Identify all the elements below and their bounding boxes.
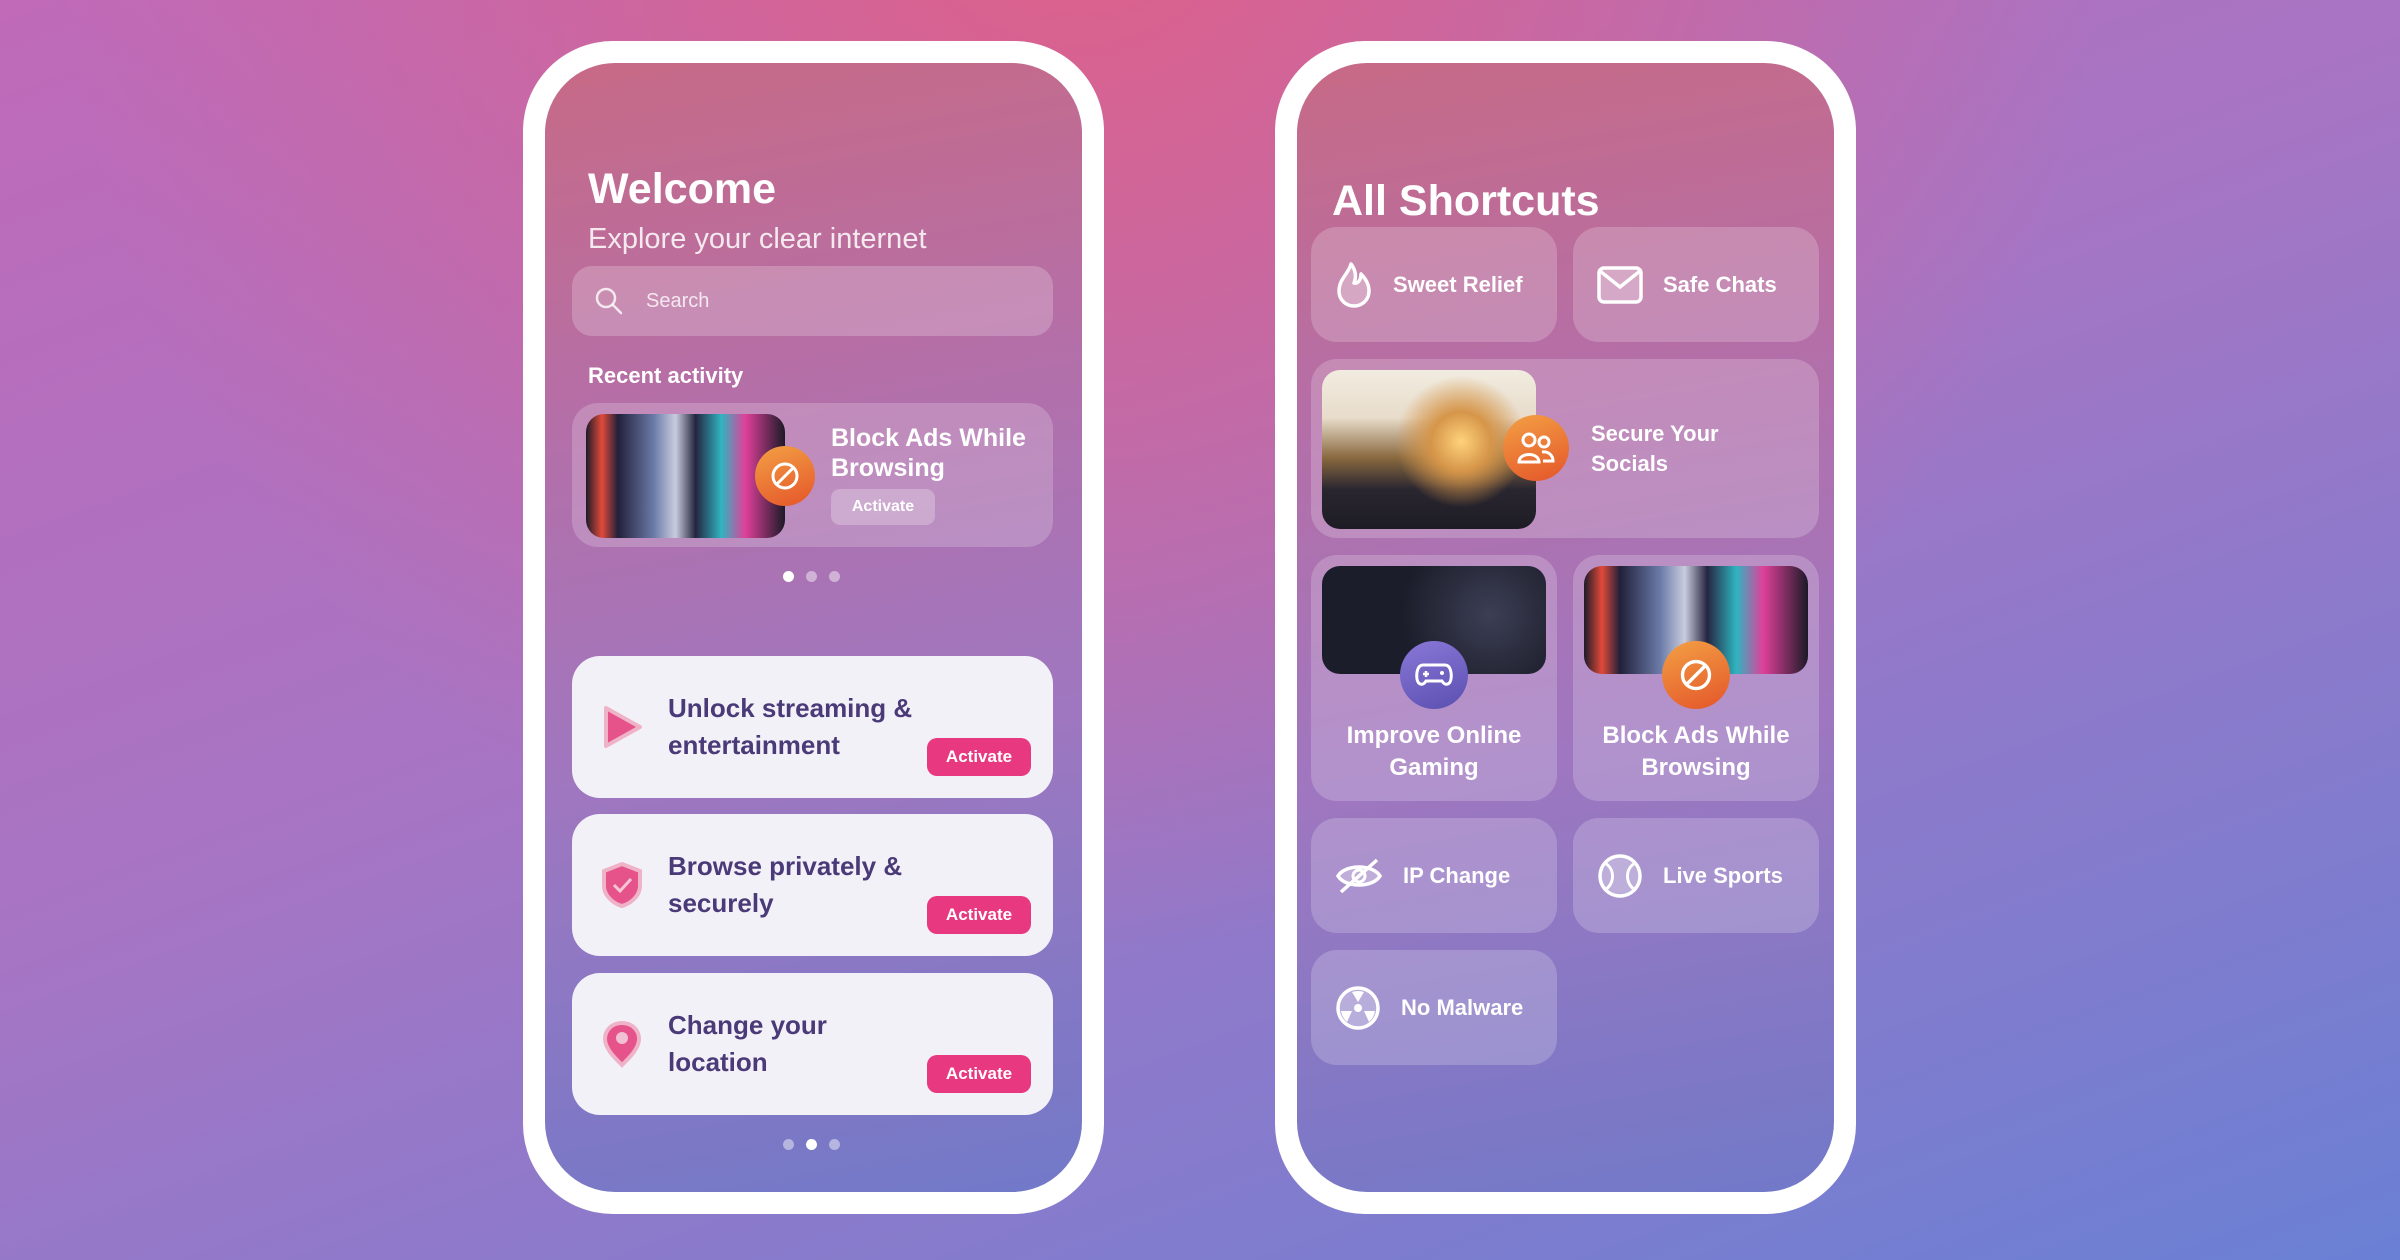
pager-dot[interactable] [829,1139,840,1150]
page-title: Welcome [588,165,776,213]
shortcuts-screen: All Shortcuts Sweet Relief Safe Chats Se… [1297,63,1834,1192]
shortcut-no-malware[interactable]: No Malware [1311,950,1557,1065]
gamepad-icon [1400,641,1468,709]
recent-activity-title: Block Ads While Browsing [831,424,1026,482]
feature-card-streaming[interactable]: Unlock streaming & entertainment Activat… [572,656,1053,798]
shortcut-label: Safe Chats [1663,271,1777,297]
feature-label: Unlock streaming & entertainment [668,693,913,760]
recent-pager[interactable] [783,571,840,582]
shortcuts-title: All Shortcuts [1332,177,1600,225]
shortcut-block-ads[interactable]: Block Ads While Browsing [1573,555,1819,801]
search-input[interactable]: Search [572,266,1053,336]
feature-card-privacy[interactable]: Browse privately & securely Activate [572,814,1053,956]
search-icon [595,287,623,315]
shortcut-label: No Malware [1401,994,1524,1020]
shortcuts-phone: All Shortcuts Sweet Relief Safe Chats Se… [1275,41,1856,1214]
play-icon [604,706,642,748]
pager-dot[interactable] [829,571,840,582]
pager-dot[interactable] [783,571,794,582]
search-placeholder: Search [646,289,710,312]
shortcut-label: Block Ads While Browsing [1602,722,1790,781]
flame-icon [1337,261,1371,308]
activate-button[interactable]: Activate [927,738,1031,776]
feature-label: Change your location [668,1010,827,1077]
shortcut-ip-change[interactable]: IP Change [1311,818,1557,933]
feature-card-location[interactable]: Change your location Activate [572,973,1053,1115]
envelope-icon [1597,265,1643,304]
shortcut-label: Sweet Relief [1393,271,1523,297]
shield-check-icon [602,861,642,909]
features-pager[interactable] [783,1139,840,1150]
ball-icon [1598,853,1642,898]
shortcut-sweet-relief[interactable]: Sweet Relief [1311,227,1557,342]
shortcut-label: Secure Your Socials [1591,421,1719,476]
shortcut-label: IP Change [1403,862,1511,888]
activate-button[interactable]: Activate [927,896,1031,934]
home-screen: Welcome Explore your clear internet Sear… [545,63,1082,1192]
eye-off-icon [1335,858,1383,893]
shortcut-safe-chats[interactable]: Safe Chats [1573,227,1819,342]
shortcut-live-sports[interactable]: Live Sports [1573,818,1819,933]
radiation-icon [1336,985,1380,1030]
shortcut-label: Improve Online Gaming [1346,722,1522,781]
users-icon [1503,415,1569,481]
page-subtitle: Explore your clear internet [588,223,927,255]
block-icon [1662,641,1730,709]
recent-activity-card[interactable]: Block Ads While Browsing Activate [572,403,1053,547]
location-pin-icon [602,1020,642,1068]
shortcut-online-gaming[interactable]: Improve Online Gaming [1311,555,1557,801]
block-icon [755,446,815,506]
pager-dot[interactable] [806,1139,817,1150]
recent-activate-button[interactable]: Activate [831,489,935,525]
recent-activity-label: Recent activity [588,363,744,388]
feature-label: Browse privately & securely [668,851,903,918]
activate-button[interactable]: Activate [927,1055,1031,1093]
home-phone: Welcome Explore your clear internet Sear… [523,41,1104,1214]
shortcut-secure-socials[interactable]: Secure Your Socials [1311,359,1819,538]
pager-dot[interactable] [806,571,817,582]
pager-dot[interactable] [783,1139,794,1150]
shortcut-label: Live Sports [1663,862,1783,888]
